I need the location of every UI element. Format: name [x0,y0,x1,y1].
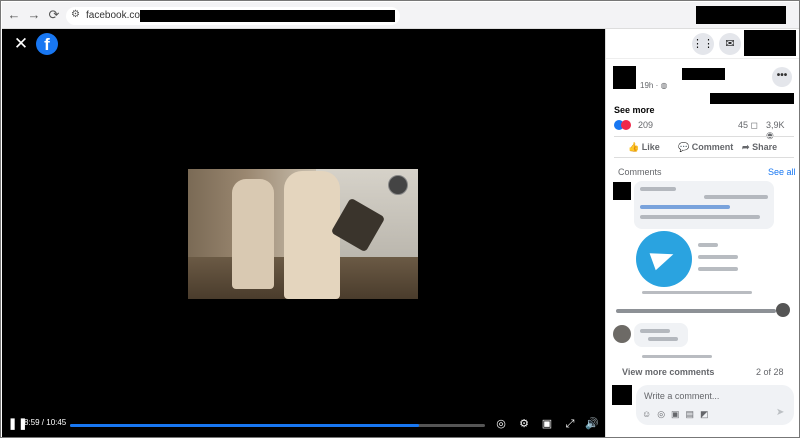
author-name[interactable] [682,68,725,80]
back-icon[interactable]: ← [6,7,22,23]
see-more-link[interactable]: See more [614,105,655,115]
frame-watermark [388,175,408,195]
share-button[interactable]: ➦ Share [742,142,777,153]
share-icon: ➦ [742,142,750,152]
frame-figure [232,179,274,289]
video-frame[interactable] [188,169,418,299]
comment-link[interactable] [640,205,730,209]
commenter-avatar[interactable] [613,325,631,343]
comment-meta[interactable] [642,355,712,358]
love-reaction-icon [621,119,631,130]
comment-bubble [634,181,774,229]
miniplayer-icon[interactable]: ▣ [540,417,554,431]
like-icon: 👍 [628,142,640,152]
comment-author[interactable] [640,329,670,333]
video-player[interactable]: ✕ f ❚❚ 8:59 / 10:45 ◎ ⚙ ▣ ⤢ 🔊 [2,29,605,437]
redacted-account [744,30,796,56]
comment-text [648,337,678,341]
reaction-count[interactable]: 209 [638,120,653,130]
menu-grid-icon[interactable]: ⋮⋮ [692,33,714,55]
share-label: Share [752,142,778,152]
comment-input[interactable]: Write a comment... ☺◎▣▤◩ ➤ [636,385,794,425]
messenger-icon[interactable]: ✉ [719,33,741,55]
browser-toolbar: ← → ⟳ ⚙ facebook.com/ [2,2,799,29]
comments-heading: Comments [618,167,662,177]
comments-page-count: 2 of 28 [756,367,784,377]
comment-count[interactable]: 45 ◻ [738,120,758,131]
captions-icon[interactable]: ◎ [494,417,508,431]
comment-bubble [634,323,688,347]
comment-author[interactable] [640,187,676,191]
redacted-profile [696,6,786,24]
video-time: 8:59 / 10:45 [24,418,67,427]
telegram-icon [649,245,677,271]
preview-text [698,267,738,271]
panel-topbar: ⋮⋮ ✉ [606,29,799,59]
post-timestamp[interactable]: 19h · ◍ [640,81,667,90]
author-avatar[interactable] [613,66,636,89]
comment-placeholder: Write a comment... [644,391,720,401]
like-button[interactable]: 👍 Like [628,142,660,153]
reply-avatar[interactable] [776,303,790,317]
facebook-logo[interactable]: f [36,33,58,55]
commenter-avatar[interactable] [613,182,631,200]
frame-figure [284,171,340,299]
send-icon[interactable]: ➤ [776,407,784,418]
comment-icon: 💬 [678,142,690,152]
reload-icon[interactable]: ⟳ [46,7,62,23]
preview-title [698,243,718,247]
comment-meta[interactable] [642,291,752,294]
reaction-summary[interactable]: 209 45 ◻ 3,9K ◉ [614,119,794,140]
site-info-icon[interactable]: ⚙ [71,9,80,20]
reply-preview[interactable] [616,309,776,313]
volume-icon[interactable]: 🔊 [585,417,599,431]
comment-text [640,215,760,219]
more-options-icon[interactable]: ••• [772,67,792,87]
post-actions: 👍 Like 💬 Comment ➦ Share [614,136,794,158]
my-avatar[interactable] [612,385,632,405]
redacted-caption [710,93,794,104]
comment-button[interactable]: 💬 Comment [678,142,733,153]
preview-text [698,255,738,259]
fullscreen-icon[interactable]: ⤢ [563,417,577,431]
settings-gear-icon[interactable]: ⚙ [517,417,531,431]
progress-bar[interactable] [70,424,485,427]
video-controls: ❚❚ 8:59 / 10:45 ◎ ⚙ ▣ ⤢ 🔊 [2,413,605,437]
comment-label: Comment [691,142,734,152]
redacted-url [140,10,395,22]
close-icon[interactable]: ✕ [12,35,30,53]
see-all-link[interactable]: See all [768,167,796,177]
screen: ← → ⟳ ⚙ facebook.com/ ✕ f ❚❚ 8:59 / 10:4… [0,0,800,438]
comment-attach-icons[interactable]: ☺◎▣▤◩ [642,409,715,420]
forward-icon[interactable]: → [26,7,42,23]
progress-fill [70,424,419,427]
comment-text [704,195,768,199]
telegram-preview[interactable] [636,231,692,287]
post-panel: ⋮⋮ ✉ 19h · ◍ ••• See more 209 45 ◻ 3,9K … [605,29,799,437]
view-more-comments[interactable]: View more comments [622,367,714,377]
like-label: Like [641,142,660,152]
